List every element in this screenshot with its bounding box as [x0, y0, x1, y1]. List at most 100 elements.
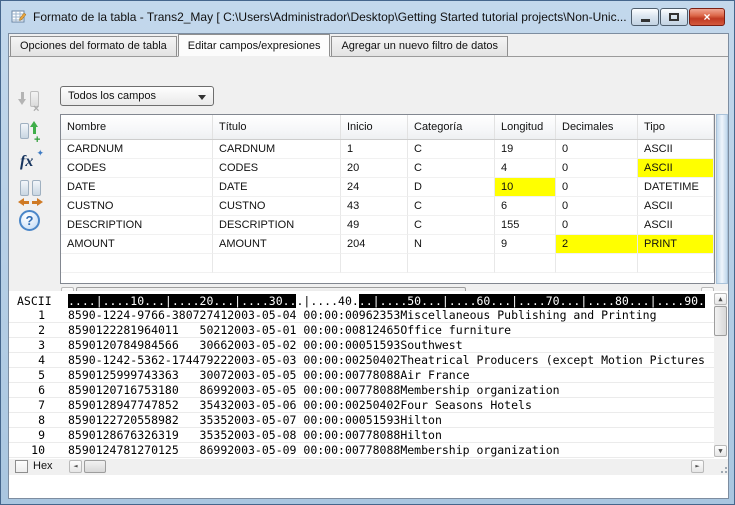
- preview-rows: 18590-1224-9766-380727412003-05-04 00:00…: [9, 308, 714, 458]
- cell-categoria[interactable]: C: [408, 197, 495, 216]
- minimize-button[interactable]: [631, 8, 659, 26]
- preview-horizontal-scrollbar[interactable]: ◄ ►: [68, 459, 705, 474]
- cell-decimales[interactable]: 0: [556, 216, 638, 235]
- field-filter-dropdown[interactable]: Todos los campos: [60, 86, 214, 106]
- cell-categoria[interactable]: C: [408, 216, 495, 235]
- column-header-titulo[interactable]: Título: [213, 115, 341, 139]
- maximize-icon: [669, 13, 679, 21]
- cell-decimales-highlighted[interactable]: 2: [556, 235, 638, 254]
- cell-titulo[interactable]: DATE: [213, 178, 341, 197]
- table-row: DATE DATE 24 D 10 0 DATETIME: [61, 178, 714, 197]
- cell-categoria[interactable]: D: [408, 178, 495, 197]
- column-header-inicio[interactable]: Inicio: [341, 115, 408, 139]
- delete-field-button[interactable]: ×: [17, 88, 45, 116]
- cell-decimales[interactable]: 0: [556, 140, 638, 159]
- cell-longitud[interactable]: 9: [495, 235, 556, 254]
- column-header-tipo[interactable]: Tipo: [638, 115, 714, 139]
- cell-inicio[interactable]: 49: [341, 216, 408, 235]
- table-row: CARDNUM CARDNUM 1 C 19 0 ASCII: [61, 140, 714, 159]
- cell-decimales[interactable]: 0: [556, 197, 638, 216]
- edit-expression-button[interactable]: fx ✦: [17, 149, 45, 177]
- cell-tipo-highlighted[interactable]: ASCII: [638, 159, 714, 178]
- cell-titulo[interactable]: CUSTNO: [213, 197, 341, 216]
- cell-categoria[interactable]: C: [408, 140, 495, 159]
- cell-longitud[interactable]: 4: [495, 159, 556, 178]
- column-header-decimales[interactable]: Decimales: [556, 115, 638, 139]
- resize-grip-icon[interactable]: [716, 462, 727, 473]
- cell-tipo-highlighted[interactable]: PRINT: [638, 235, 714, 254]
- table-vertical-scrollbar[interactable]: [716, 114, 728, 284]
- preview-row: 108590124781270125 86992003-05-09 00:00:…: [9, 443, 714, 458]
- column-ruler: ....|....10...|....20...|....30...|....4…: [68, 294, 705, 308]
- add-field-button[interactable]: +: [17, 119, 45, 147]
- preview-vertical-scrollbar[interactable]: ▲ ▼: [714, 293, 727, 457]
- titlebar[interactable]: Formato de la tabla - Trans2_May [ C:\Us…: [1, 1, 734, 32]
- cell-tipo[interactable]: ASCII: [638, 140, 714, 159]
- hex-checkbox[interactable]: [15, 460, 28, 473]
- cell-nombre[interactable]: CUSTNO: [61, 197, 213, 216]
- help-button[interactable]: ?: [17, 208, 45, 236]
- cell-nombre[interactable]: DESCRIPTION: [61, 216, 213, 235]
- scrollbar-thumb[interactable]: [84, 460, 106, 473]
- scrollbar-thumb[interactable]: [714, 306, 727, 336]
- cell-longitud-highlighted[interactable]: 10: [495, 178, 556, 197]
- column-header-nombre[interactable]: Nombre: [61, 115, 213, 139]
- cell-nombre[interactable]: AMOUNT: [61, 235, 213, 254]
- cell-titulo[interactable]: CODES: [213, 159, 341, 178]
- preview-gutter-header: ASCII: [17, 294, 52, 308]
- cell-longitud[interactable]: 155: [495, 216, 556, 235]
- cell-titulo[interactable]: CARDNUM: [213, 140, 341, 159]
- cell-inicio[interactable]: 204: [341, 235, 408, 254]
- tab-opciones-formato[interactable]: Opciones del formato de tabla: [10, 36, 177, 56]
- window-icon: [11, 9, 27, 25]
- fields-table: Nombre Título Inicio Categoría Longitud …: [60, 114, 715, 284]
- cell-titulo[interactable]: DESCRIPTION: [213, 216, 341, 235]
- data-preview: ASCII ....|....10...|....20...|....30...…: [9, 291, 728, 498]
- minimize-icon: [641, 19, 650, 22]
- swap-columns-button[interactable]: [17, 179, 45, 207]
- fields-table-header: Nombre Título Inicio Categoría Longitud …: [61, 115, 714, 140]
- preview-row: 68590120716753180 86992003-05-05 00:00:0…: [9, 383, 714, 398]
- cell-categoria[interactable]: C: [408, 159, 495, 178]
- preview-row: 48590-1242-5362-174479222003-05-03 00:00…: [9, 353, 714, 368]
- chevron-down-icon: [198, 95, 206, 100]
- cell-nombre[interactable]: DATE: [61, 178, 213, 197]
- cell-titulo[interactable]: AMOUNT: [213, 235, 341, 254]
- preview-row: 98590128676326319 35352003-05-08 00:00:0…: [9, 428, 714, 443]
- dialog-content: Opciones del formato de tabla Editar cam…: [8, 33, 729, 499]
- tab-editar-campos[interactable]: Editar campos/expresiones: [178, 34, 331, 57]
- tab-agregar-filtro[interactable]: Agregar un nuevo filtro de datos: [331, 36, 508, 56]
- window-title: Formato de la tabla - Trans2_May [ C:\Us…: [33, 10, 627, 24]
- preview-row: 58590125999743363 30072003-05-05 00:00:0…: [9, 368, 714, 383]
- cell-categoria[interactable]: N: [408, 235, 495, 254]
- close-button[interactable]: ×: [689, 8, 725, 26]
- hex-checkbox-label: Hex: [33, 460, 53, 473]
- cell-inicio[interactable]: 1: [341, 140, 408, 159]
- scroll-down-icon[interactable]: ▼: [714, 445, 727, 457]
- column-header-longitud[interactable]: Longitud: [495, 115, 556, 139]
- cell-nombre[interactable]: CARDNUM: [61, 140, 213, 159]
- cell-decimales[interactable]: 0: [556, 159, 638, 178]
- cell-tipo[interactable]: DATETIME: [638, 178, 714, 197]
- cell-longitud[interactable]: 19: [495, 140, 556, 159]
- cell-inicio[interactable]: 43: [341, 197, 408, 216]
- scroll-left-icon[interactable]: ◄: [69, 460, 82, 473]
- cell-inicio[interactable]: 20: [341, 159, 408, 178]
- table-row-empty: [61, 254, 714, 273]
- cell-tipo[interactable]: ASCII: [638, 216, 714, 235]
- cell-nombre[interactable]: CODES: [61, 159, 213, 178]
- scroll-right-icon[interactable]: ►: [691, 460, 704, 473]
- cell-tipo[interactable]: ASCII: [638, 197, 714, 216]
- close-icon: ×: [703, 10, 710, 24]
- scroll-up-icon[interactable]: ▲: [714, 293, 727, 305]
- cell-inicio[interactable]: 24: [341, 178, 408, 197]
- column-header-categoria[interactable]: Categoría: [408, 115, 495, 139]
- preview-row: 28590122281964011 50212003-05-01 00:00:0…: [9, 323, 714, 338]
- preview-row: 78590128947747852 35432003-05-06 00:00:0…: [9, 398, 714, 413]
- preview-row: 88590122720558982 35352003-05-07 00:00:0…: [9, 413, 714, 428]
- cell-longitud[interactable]: 6: [495, 197, 556, 216]
- table-row: CODES CODES 20 C 4 0 ASCII: [61, 159, 714, 178]
- cell-decimales[interactable]: 0: [556, 178, 638, 197]
- field-filter-value: Todos los campos: [68, 90, 156, 102]
- maximize-button[interactable]: [660, 8, 688, 26]
